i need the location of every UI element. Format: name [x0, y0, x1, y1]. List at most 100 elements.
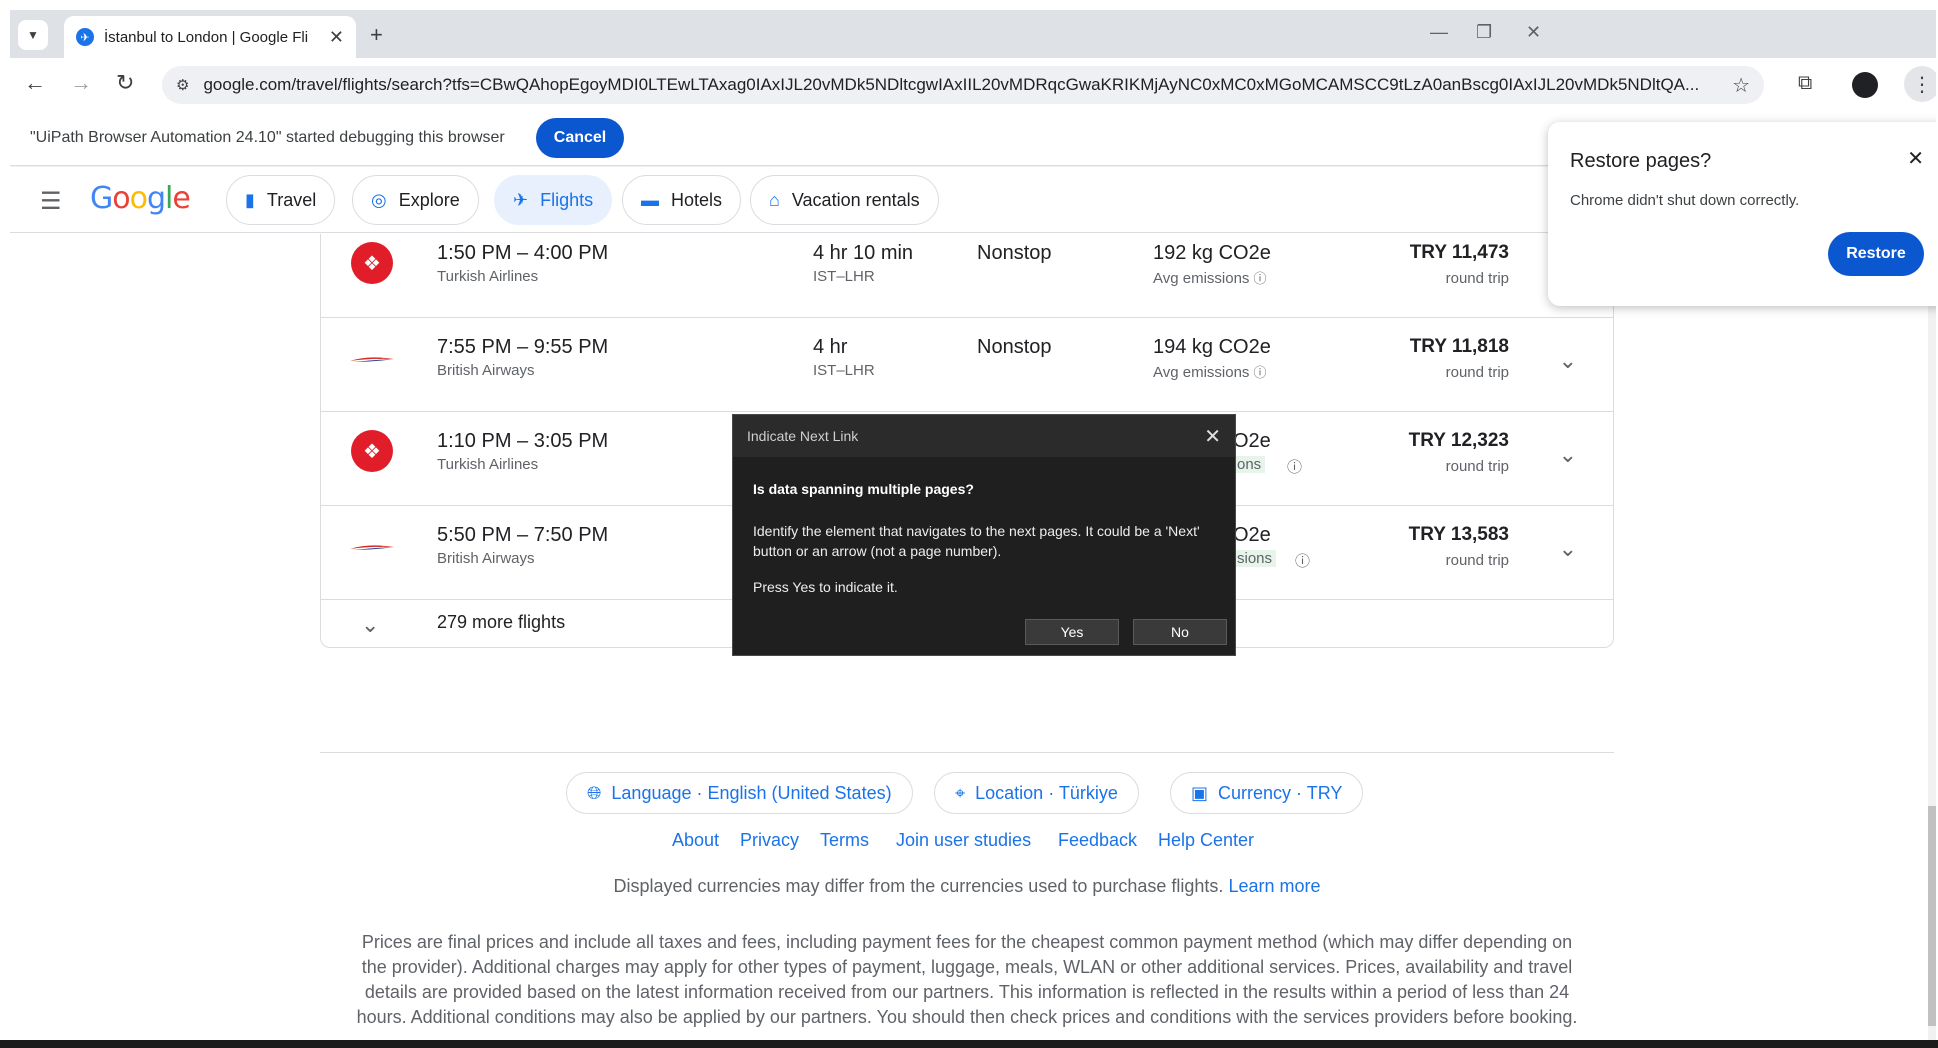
flights-favicon-icon: ✈: [76, 28, 94, 46]
trip-type: round trip: [1445, 458, 1509, 475]
more-flights-label: 279 more flights: [437, 612, 566, 632]
new-tab-button[interactable]: +: [370, 22, 383, 48]
tab-search-button[interactable]: ▼: [18, 20, 48, 50]
bed-icon: ▬: [641, 189, 659, 210]
emissions-label: Avg emissions ⓘ: [1153, 362, 1266, 381]
location-button[interactable]: ⌖ Location · Türkiye: [934, 772, 1139, 814]
site-info-icon[interactable]: ⚙: [176, 76, 189, 94]
language-button[interactable]: 🌐︎ Language · English (United States): [566, 772, 913, 814]
nav-vacation-rentals[interactable]: ⌂ Vacation rentals: [750, 175, 939, 225]
debug-message: "UiPath Browser Automation 24.10" starte…: [30, 129, 505, 146]
dialog-prompt: Press Yes to indicate it.: [753, 579, 898, 595]
extensions-icon[interactable]: ⧉: [1798, 72, 1812, 95]
dialog-question: Is data spanning multiple pages?: [753, 481, 974, 497]
explore-icon: ◎: [371, 189, 387, 210]
flight-times: 1:50 PM – 4:00 PM: [437, 242, 609, 264]
tab-title: İstanbul to London | Google Fli: [104, 28, 309, 46]
expand-chevron-icon[interactable]: ⌄: [1559, 348, 1577, 374]
minimize-button[interactable]: —: [1430, 22, 1448, 43]
browser-tab[interactable]: ✈ İstanbul to London | Google Fli ✕: [64, 16, 356, 58]
globe-icon: 🌐︎: [587, 782, 602, 803]
info-icon[interactable]: ⓘ: [1253, 271, 1266, 286]
flight-duration: 4 hr 10 min: [813, 242, 914, 264]
location-pin-icon: ⌖: [955, 782, 966, 803]
cancel-debug-button[interactable]: Cancel: [536, 118, 624, 158]
emissions-label-text: Avg emissions: [1153, 364, 1250, 381]
emissions-label: ons: [1233, 456, 1266, 473]
footer-link-about[interactable]: About: [672, 830, 719, 851]
nav-flights[interactable]: ✈ Flights: [494, 175, 613, 225]
indicate-next-link-dialog: Indicate Next Link ✕ Is data spanning mu…: [732, 414, 1236, 656]
profile-avatar[interactable]: [1852, 72, 1878, 98]
flight-times: 1:10 PM – 3:05 PM: [437, 430, 609, 452]
restore-close-icon[interactable]: ✕: [1907, 146, 1924, 171]
flight-row[interactable]: 7:55 PM – 9:55 PM British Airways 4 hr I…: [321, 318, 1613, 412]
browser-window: ▼ ✈ İstanbul to London | Google Fli ✕ + …: [10, 10, 1936, 1040]
restore-window-button[interactable]: ❐: [1476, 22, 1492, 43]
main-menu-icon[interactable]: ☰: [40, 187, 62, 216]
currency-label: Currency · TRY: [1218, 782, 1343, 803]
page-scrollbar-thumb[interactable]: [1928, 806, 1936, 1026]
close-window-button[interactable]: ✕: [1526, 22, 1541, 43]
currency-icon: ▣: [1191, 782, 1209, 803]
flight-price: TRY 11,473: [1409, 242, 1509, 263]
forward-icon[interactable]: →: [70, 70, 92, 96]
chrome-menu-icon[interactable]: ⋮: [1904, 66, 1936, 102]
info-icon[interactable]: ⓘ: [1295, 550, 1310, 571]
nav-hotels[interactable]: ▬ Hotels: [622, 175, 742, 225]
footer-link-join-user-studies[interactable]: Join user studies: [896, 830, 1031, 851]
turkish-airlines-logo: ❖: [351, 242, 393, 284]
currency-note: Displayed currencies may differ from the…: [10, 876, 1924, 897]
expand-chevron-icon[interactable]: ⌄: [1559, 442, 1577, 468]
language-label: Language · English (United States): [611, 782, 892, 803]
flight-row[interactable]: ❖ 1:50 PM – 4:00 PM Turkish Airlines 4 h…: [321, 234, 1613, 318]
tab-strip: ▼ ✈ İstanbul to London | Google Fli ✕ + …: [10, 10, 1936, 58]
learn-more-link[interactable]: Learn more: [1228, 876, 1320, 896]
url-text[interactable]: google.com/travel/flights/search?tfs=CBw…: [203, 75, 1722, 95]
airline-name: British Airways: [437, 550, 535, 567]
taskbar-strip: [0, 1040, 1938, 1048]
chevron-down-icon: ⌄: [361, 612, 380, 637]
emissions-label-text: ons: [1237, 456, 1262, 473]
emissions-label-text: sions: [1237, 550, 1273, 567]
flight-route: IST–LHR: [813, 268, 875, 285]
expand-chevron-icon[interactable]: ⌄: [1559, 536, 1577, 562]
google-logo[interactable]: Google: [90, 181, 191, 216]
bookmark-star-icon[interactable]: ☆: [1732, 73, 1750, 98]
no-button[interactable]: No: [1133, 619, 1227, 645]
nav-explore[interactable]: ◎ Explore: [352, 175, 479, 225]
emissions-label: sions: [1233, 550, 1277, 567]
restore-pages-popup: Restore pages? ✕ Chrome didn't shut down…: [1548, 122, 1936, 306]
turkish-airlines-logo: ❖: [351, 430, 393, 472]
flight-price: TRY 12,323: [1408, 430, 1509, 451]
airline-name: Turkish Airlines: [437, 268, 539, 285]
dialog-title: Indicate Next Link: [747, 428, 859, 444]
dialog-close-icon[interactable]: ✕: [1204, 424, 1221, 449]
reload-icon[interactable]: ↻: [116, 70, 134, 96]
footer-link-privacy[interactable]: Privacy: [740, 830, 799, 851]
footer-link-help-center[interactable]: Help Center: [1158, 830, 1254, 851]
yes-button[interactable]: Yes: [1025, 619, 1119, 645]
flight-duration: 4 hr: [813, 336, 848, 358]
plane-icon: ✈: [513, 189, 529, 210]
restore-title: Restore pages?: [1570, 150, 1712, 172]
tab-close-icon[interactable]: ✕: [329, 27, 344, 48]
footer-link-terms[interactable]: Terms: [820, 830, 869, 851]
info-icon[interactable]: ⓘ: [1253, 365, 1266, 380]
restore-button[interactable]: Restore: [1828, 232, 1924, 276]
flight-times: 7:55 PM – 9:55 PM: [437, 336, 609, 358]
address-bar[interactable]: ⚙ google.com/travel/flights/search?tfs=C…: [162, 66, 1764, 104]
chevron-down-icon: ▼: [27, 28, 39, 42]
nav-explore-label: Explore: [398, 189, 460, 210]
trip-type: round trip: [1445, 552, 1509, 569]
nav-flights-label: Flights: [540, 189, 594, 210]
footer-link-feedback[interactable]: Feedback: [1058, 830, 1137, 851]
currency-button[interactable]: ▣ Currency · TRY: [1170, 772, 1364, 814]
info-icon[interactable]: ⓘ: [1287, 456, 1302, 477]
flight-stops: Nonstop: [977, 336, 1052, 358]
flight-times: 5:50 PM – 7:50 PM: [437, 524, 609, 546]
flight-emissions: 194 kg CO2e: [1153, 336, 1271, 358]
flight-route: IST–LHR: [813, 362, 875, 379]
nav-travel[interactable]: ▮ Travel: [226, 175, 336, 225]
back-icon[interactable]: ←: [24, 70, 46, 96]
